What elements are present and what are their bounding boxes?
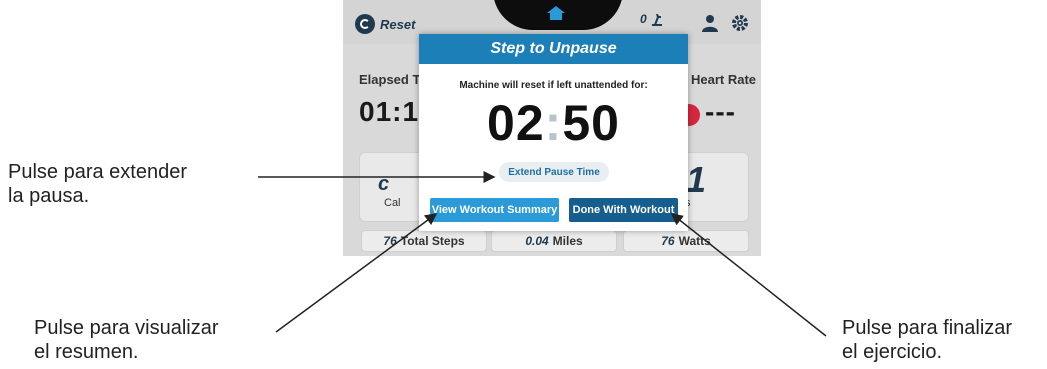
arrow-summary: [275, 213, 438, 333]
arrow-finish: [670, 213, 827, 337]
callout-arrows: [258, 171, 827, 337]
